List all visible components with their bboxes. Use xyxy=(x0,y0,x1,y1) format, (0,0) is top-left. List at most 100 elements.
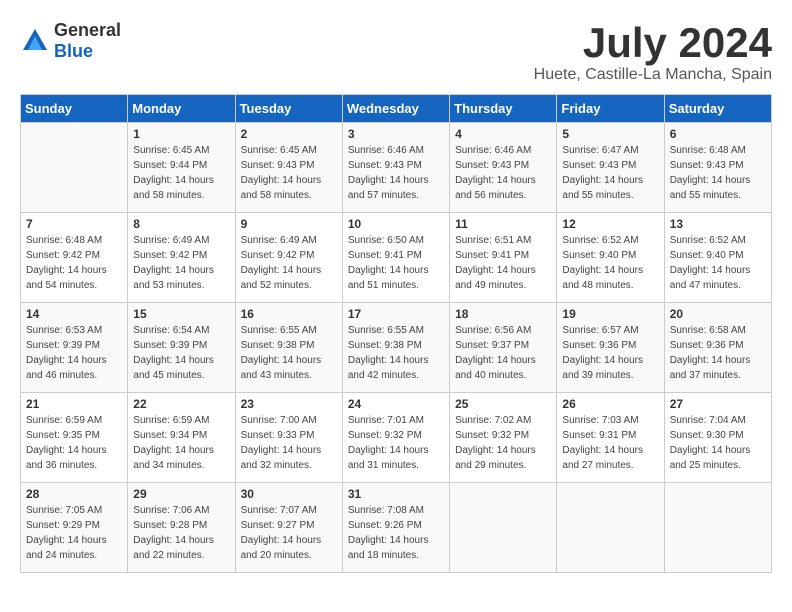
day-number: 3 xyxy=(348,127,444,141)
calendar-cell: 19 Sunrise: 6:57 AMSunset: 9:36 PMDayligh… xyxy=(557,303,664,393)
day-info: Sunrise: 6:51 AMSunset: 9:41 PMDaylight:… xyxy=(455,233,551,293)
day-number: 22 xyxy=(133,397,229,411)
day-number: 10 xyxy=(348,217,444,231)
calendar-cell: 29 Sunrise: 7:06 AMSunset: 9:28 PMDayligh… xyxy=(128,483,235,573)
calendar-cell: 4 Sunrise: 6:46 AMSunset: 9:43 PMDaylight… xyxy=(450,123,557,213)
logo: General Blue xyxy=(20,20,121,62)
day-number: 15 xyxy=(133,307,229,321)
day-info: Sunrise: 6:48 AMSunset: 9:42 PMDaylight:… xyxy=(26,233,122,293)
calendar-cell: 18 Sunrise: 6:56 AMSunset: 9:37 PMDayligh… xyxy=(450,303,557,393)
calendar-cell xyxy=(557,483,664,573)
day-info: Sunrise: 6:53 AMSunset: 9:39 PMDaylight:… xyxy=(26,323,122,383)
day-info: Sunrise: 7:02 AMSunset: 9:32 PMDaylight:… xyxy=(455,413,551,473)
weekday-header-tuesday: Tuesday xyxy=(235,95,342,123)
calendar-cell: 22 Sunrise: 6:59 AMSunset: 9:34 PMDayligh… xyxy=(128,393,235,483)
day-info: Sunrise: 6:49 AMSunset: 9:42 PMDaylight:… xyxy=(133,233,229,293)
calendar-cell: 24 Sunrise: 7:01 AMSunset: 9:32 PMDayligh… xyxy=(342,393,449,483)
day-number: 21 xyxy=(26,397,122,411)
weekday-header-wednesday: Wednesday xyxy=(342,95,449,123)
logo-icon xyxy=(20,26,50,56)
weekday-header-thursday: Thursday xyxy=(450,95,557,123)
day-info: Sunrise: 6:59 AMSunset: 9:35 PMDaylight:… xyxy=(26,413,122,473)
calendar-cell: 2 Sunrise: 6:45 AMSunset: 9:43 PMDaylight… xyxy=(235,123,342,213)
day-info: Sunrise: 6:45 AMSunset: 9:43 PMDaylight:… xyxy=(241,143,337,203)
calendar-cell xyxy=(664,483,771,573)
day-info: Sunrise: 7:07 AMSunset: 9:27 PMDaylight:… xyxy=(241,503,337,563)
day-info: Sunrise: 6:56 AMSunset: 9:37 PMDaylight:… xyxy=(455,323,551,383)
day-number: 7 xyxy=(26,217,122,231)
day-info: Sunrise: 7:06 AMSunset: 9:28 PMDaylight:… xyxy=(133,503,229,563)
logo-blue: Blue xyxy=(54,41,93,61)
day-number: 20 xyxy=(670,307,766,321)
day-number: 6 xyxy=(670,127,766,141)
calendar-body: 1 Sunrise: 6:45 AMSunset: 9:44 PMDaylight… xyxy=(21,123,772,573)
day-number: 14 xyxy=(26,307,122,321)
day-number: 28 xyxy=(26,487,122,501)
day-number: 2 xyxy=(241,127,337,141)
day-info: Sunrise: 6:48 AMSunset: 9:43 PMDaylight:… xyxy=(670,143,766,203)
day-info: Sunrise: 6:59 AMSunset: 9:34 PMDaylight:… xyxy=(133,413,229,473)
day-number: 5 xyxy=(562,127,658,141)
weekday-header-saturday: Saturday xyxy=(664,95,771,123)
day-number: 19 xyxy=(562,307,658,321)
calendar-cell xyxy=(450,483,557,573)
calendar-cell: 26 Sunrise: 7:03 AMSunset: 9:31 PMDayligh… xyxy=(557,393,664,483)
day-info: Sunrise: 6:54 AMSunset: 9:39 PMDaylight:… xyxy=(133,323,229,383)
day-number: 13 xyxy=(670,217,766,231)
weekday-header-sunday: Sunday xyxy=(21,95,128,123)
calendar-cell: 12Sunrise: 6:52 AMSunset: 9:40 PMDayligh… xyxy=(557,213,664,303)
day-info: Sunrise: 7:04 AMSunset: 9:30 PMDaylight:… xyxy=(670,413,766,473)
day-info: Sunrise: 7:05 AMSunset: 9:29 PMDaylight:… xyxy=(26,503,122,563)
calendar-cell: 21 Sunrise: 6:59 AMSunset: 9:35 PMDayligh… xyxy=(21,393,128,483)
calendar-cell: 6 Sunrise: 6:48 AMSunset: 9:43 PMDaylight… xyxy=(664,123,771,213)
day-info: Sunrise: 6:46 AMSunset: 9:43 PMDaylight:… xyxy=(455,143,551,203)
calendar-cell: 10Sunrise: 6:50 AMSunset: 9:41 PMDayligh… xyxy=(342,213,449,303)
day-number: 30 xyxy=(241,487,337,501)
day-info: Sunrise: 6:58 AMSunset: 9:36 PMDaylight:… xyxy=(670,323,766,383)
day-number: 1 xyxy=(133,127,229,141)
calendar-cell: 30 Sunrise: 7:07 AMSunset: 9:27 PMDayligh… xyxy=(235,483,342,573)
week-row-1: 1 Sunrise: 6:45 AMSunset: 9:44 PMDaylight… xyxy=(21,123,772,213)
day-number: 18 xyxy=(455,307,551,321)
day-number: 11 xyxy=(455,217,551,231)
week-row-5: 28 Sunrise: 7:05 AMSunset: 9:29 PMDayligh… xyxy=(21,483,772,573)
day-info: Sunrise: 6:55 AMSunset: 9:38 PMDaylight:… xyxy=(241,323,337,383)
day-info: Sunrise: 6:52 AMSunset: 9:40 PMDaylight:… xyxy=(562,233,658,293)
calendar-cell: 9 Sunrise: 6:49 AMSunset: 9:42 PMDaylight… xyxy=(235,213,342,303)
calendar-cell: 17 Sunrise: 6:55 AMSunset: 9:38 PMDayligh… xyxy=(342,303,449,393)
day-info: Sunrise: 6:47 AMSunset: 9:43 PMDaylight:… xyxy=(562,143,658,203)
day-number: 8 xyxy=(133,217,229,231)
calendar-cell: 14 Sunrise: 6:53 AMSunset: 9:39 PMDayligh… xyxy=(21,303,128,393)
weekday-header-row: SundayMondayTuesdayWednesdayThursdayFrid… xyxy=(21,95,772,123)
day-number: 31 xyxy=(348,487,444,501)
day-info: Sunrise: 7:01 AMSunset: 9:32 PMDaylight:… xyxy=(348,413,444,473)
day-number: 4 xyxy=(455,127,551,141)
calendar-cell xyxy=(21,123,128,213)
day-info: Sunrise: 6:45 AMSunset: 9:44 PMDaylight:… xyxy=(133,143,229,203)
calendar-cell: 15 Sunrise: 6:54 AMSunset: 9:39 PMDayligh… xyxy=(128,303,235,393)
day-number: 17 xyxy=(348,307,444,321)
calendar-table: SundayMondayTuesdayWednesdayThursdayFrid… xyxy=(20,94,772,573)
calendar-header: SundayMondayTuesdayWednesdayThursdayFrid… xyxy=(21,95,772,123)
week-row-4: 21 Sunrise: 6:59 AMSunset: 9:35 PMDayligh… xyxy=(21,393,772,483)
day-number: 9 xyxy=(241,217,337,231)
day-number: 24 xyxy=(348,397,444,411)
calendar-cell: 1 Sunrise: 6:45 AMSunset: 9:44 PMDaylight… xyxy=(128,123,235,213)
calendar-cell: 23Sunrise: 7:00 AMSunset: 9:33 PMDayligh… xyxy=(235,393,342,483)
calendar-cell: 28 Sunrise: 7:05 AMSunset: 9:29 PMDayligh… xyxy=(21,483,128,573)
calendar-cell: 25Sunrise: 7:02 AMSunset: 9:32 PMDayligh… xyxy=(450,393,557,483)
day-info: Sunrise: 6:57 AMSunset: 9:36 PMDaylight:… xyxy=(562,323,658,383)
day-number: 29 xyxy=(133,487,229,501)
day-info: Sunrise: 6:49 AMSunset: 9:42 PMDaylight:… xyxy=(241,233,337,293)
calendar-cell: 13 Sunrise: 6:52 AMSunset: 9:40 PMDayligh… xyxy=(664,213,771,303)
day-info: Sunrise: 6:55 AMSunset: 9:38 PMDaylight:… xyxy=(348,323,444,383)
day-info: Sunrise: 6:46 AMSunset: 9:43 PMDaylight:… xyxy=(348,143,444,203)
day-info: Sunrise: 6:52 AMSunset: 9:40 PMDaylight:… xyxy=(670,233,766,293)
location-subtitle: Huete, Castille-La Mancha, Spain xyxy=(534,66,772,84)
day-number: 26 xyxy=(562,397,658,411)
page-header: General Blue July 2024 Huete, Castille-L… xyxy=(20,20,772,84)
day-info: Sunrise: 7:03 AMSunset: 9:31 PMDaylight:… xyxy=(562,413,658,473)
calendar-cell: 5 Sunrise: 6:47 AMSunset: 9:43 PMDaylight… xyxy=(557,123,664,213)
calendar-cell: 31Sunrise: 7:08 AMSunset: 9:26 PMDayligh… xyxy=(342,483,449,573)
calendar-cell: 8 Sunrise: 6:49 AMSunset: 9:42 PMDaylight… xyxy=(128,213,235,303)
